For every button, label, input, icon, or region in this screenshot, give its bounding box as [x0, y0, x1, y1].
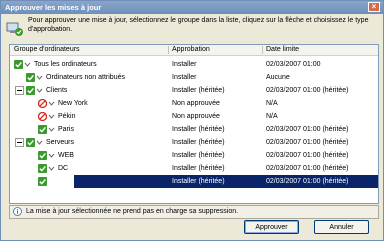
approval-value: Installer (héritée): [172, 126, 225, 133]
chevron-down-icon[interactable]: [48, 177, 55, 186]
table-row[interactable]: Clients Installer (héritée) 02/03/2007 01:…: [10, 84, 378, 97]
close-button[interactable]: ×: [368, 2, 380, 12]
approval-value: Installer (héritée): [172, 178, 225, 185]
group-name: Paris: [58, 126, 74, 133]
group-name: DC: [58, 165, 69, 172]
approval-value: Installer (héritée): [172, 165, 225, 172]
computer-groups-grid[interactable]: Groupe d'ordinateurs Approbation Date li…: [9, 44, 379, 204]
collapse-icon[interactable]: [15, 86, 24, 95]
group-name: New York: [58, 100, 88, 107]
title-bar: Approuver les mises à jour ×: [1, 1, 383, 14]
approve-updates-dialog: Approuver les mises à jour × Pour approu…: [0, 0, 384, 241]
group-name: WEB: [58, 152, 74, 159]
column-header-approval[interactable]: Approbation: [172, 46, 210, 53]
approval-value: Installer (héritée): [172, 87, 225, 94]
column-header-group[interactable]: Groupe d'ordinateurs: [14, 46, 80, 53]
check-icon: [38, 164, 47, 173]
deadline-value: N/A: [266, 113, 278, 120]
status-bar: La mise à jour sélectionnée ne prend pas…: [9, 205, 379, 219]
column-divider[interactable]: [262, 46, 263, 54]
chevron-down-icon[interactable]: [48, 151, 55, 160]
group-name: Clients: [46, 87, 68, 94]
table-row[interactable]: Serveurs Installer (héritée) 02/03/2007 01…: [10, 136, 378, 149]
column-divider[interactable]: [168, 46, 169, 54]
chevron-down-icon[interactable]: [36, 86, 43, 95]
table-row[interactable]: New York Non approuvée N/A: [10, 97, 378, 110]
check-icon: [38, 151, 47, 160]
column-header-deadline[interactable]: Date limite: [266, 46, 299, 53]
info-icon: [13, 207, 22, 216]
approval-value: Installer: [172, 74, 197, 81]
deadline-value: 02/03/2007 01:00 (héritée): [266, 139, 349, 146]
computer-group-icon: [6, 22, 23, 36]
not-approved-icon: [38, 112, 47, 121]
table-row[interactable]: Pékin Non approuvée N/A: [10, 110, 378, 123]
group-name: Ordinateurs non attribués: [46, 74, 125, 81]
chevron-down-icon[interactable]: [24, 60, 31, 69]
table-row[interactable]: SQL Installer (héritée) 02/03/2007 01:00 (…: [10, 175, 378, 188]
close-icon: ×: [371, 2, 377, 11]
collapse-icon[interactable]: [15, 138, 24, 147]
check-icon: [14, 60, 23, 69]
grid-header: Groupe d'ordinateurs Approbation Date li…: [10, 45, 378, 56]
group-name: SQL: [58, 178, 73, 185]
chevron-down-icon[interactable]: [48, 99, 55, 108]
deadline-value: 02/03/2007 01:00 (héritée): [266, 87, 349, 94]
chevron-down-icon[interactable]: [48, 125, 55, 134]
deadline-value: 02/03/2007 01:00 (héritée): [266, 152, 349, 159]
instructions-text: Pour approuver une mise à jour, sélectio…: [28, 17, 369, 33]
deadline-value: 02/03/2007 01:00 (héritée): [266, 165, 349, 172]
chevron-down-icon[interactable]: [48, 164, 55, 173]
check-icon: [26, 86, 35, 95]
approval-value: Installer: [172, 61, 197, 68]
table-row[interactable]: WEB Installer (héritée) 02/03/2007 01:00 (…: [10, 149, 378, 162]
status-message: La mise à jour sélectionnée ne prend pas…: [26, 208, 239, 215]
not-approved-icon: [38, 99, 47, 108]
check-icon: [26, 138, 35, 147]
approve-button[interactable]: Approuver: [244, 220, 299, 234]
deadline-value: 02/03/2007 01:00 (héritée): [266, 178, 349, 185]
table-row[interactable]: Tous les ordinateurs Installer 02/03/2007 …: [10, 58, 378, 71]
cancel-button[interactable]: Annuler: [314, 220, 369, 234]
deadline-value: Aucune: [266, 74, 290, 81]
approval-value: Non approuvée: [172, 100, 220, 107]
approval-value: Non approuvée: [172, 113, 220, 120]
table-row[interactable]: DC Installer (héritée) 02/03/2007 01:00 (h…: [10, 162, 378, 175]
deadline-value: 02/03/2007 01:00: [266, 61, 321, 68]
check-icon: [38, 177, 47, 186]
group-name: Tous les ordinateurs: [34, 61, 97, 68]
table-row[interactable]: Paris Installer (héritée) 02/03/2007 01:00…: [10, 123, 378, 136]
deadline-value: N/A: [266, 100, 278, 107]
chevron-down-icon[interactable]: [36, 73, 43, 82]
table-row[interactable]: Ordinateurs non attribués Installer Aucune: [10, 71, 378, 84]
group-name: Serveurs: [46, 139, 75, 146]
deadline-value: 02/03/2007 01:00 (héritée): [266, 126, 349, 133]
chevron-down-icon[interactable]: [36, 138, 43, 147]
group-name: Pékin: [58, 113, 76, 120]
check-icon: [38, 125, 47, 134]
approval-value: Installer (héritée): [172, 152, 225, 159]
approval-value: Installer (héritée): [172, 139, 225, 146]
window-title: Approuver les mises à jour: [5, 3, 102, 12]
check-icon: [26, 73, 35, 82]
chevron-down-icon[interactable]: [48, 112, 55, 121]
